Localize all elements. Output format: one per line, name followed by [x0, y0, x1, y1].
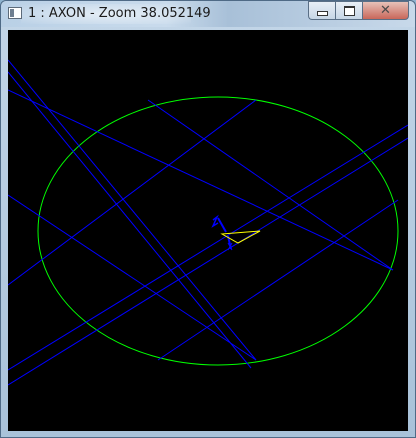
z-axis-label: [211, 214, 219, 228]
z-axis: [217, 217, 227, 233]
grid-line: [8, 89, 394, 271]
viewport-canvas: [8, 59, 408, 386]
3d-viewport[interactable]: [8, 30, 408, 431]
grid-line: [8, 59, 257, 361]
maximize-button[interactable]: [335, 1, 362, 20]
close-icon: ✕: [380, 3, 391, 18]
minimize-icon: [316, 11, 328, 16]
app-window-icon[interactable]: [8, 7, 22, 19]
grid-line: [8, 137, 408, 386]
title-bar[interactable]: 1 : AXON - Zoom 38.052149 ✕: [1, 1, 415, 27]
grid-line: [147, 99, 394, 271]
grid-line: [157, 199, 399, 361]
app-window: 1 : AXON - Zoom 38.052149 ✕: [0, 0, 416, 438]
caption-buttons: ✕: [308, 1, 409, 21]
ground-ellipse: [37, 96, 399, 366]
grid-line: [8, 71, 252, 369]
maximize-icon: [343, 5, 355, 16]
close-button[interactable]: ✕: [362, 1, 409, 20]
window-title: 1 : AXON - Zoom 38.052149: [28, 6, 211, 21]
grid-line: [8, 124, 408, 371]
minimize-button[interactable]: [308, 1, 335, 20]
